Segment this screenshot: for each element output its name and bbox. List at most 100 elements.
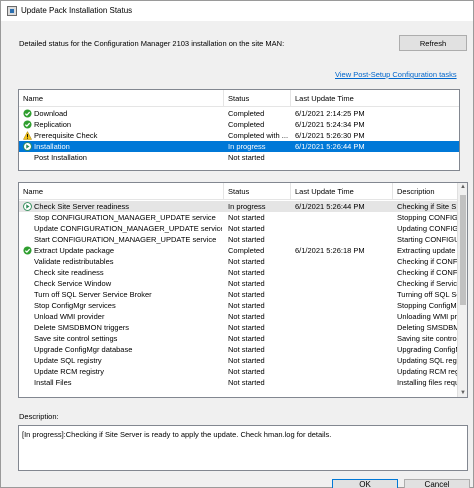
table-row[interactable]: Check Site Server readiness In progress 6/… [19, 201, 467, 212]
row-status: Not started [228, 345, 265, 354]
table-row[interactable]: Install Files Not started Installing files… [19, 377, 467, 388]
row-description: Turning off SQL Se [397, 290, 457, 299]
row-name: Installation [34, 142, 70, 151]
title-bar: Update Pack Installation Status [1, 1, 473, 21]
row-last-update: 6/1/2021 5:26:30 PM [295, 131, 365, 140]
check-icon [23, 246, 32, 255]
window-title: Update Pack Installation Status [21, 6, 133, 15]
row-last-update: 6/1/2021 5:26:44 PM [295, 202, 365, 211]
progress-icon [23, 202, 32, 211]
table-row[interactable]: Prerequisite Check Completed with ... 6/1/… [19, 130, 459, 141]
row-name: Post Installation [34, 153, 87, 162]
row-description: Stopping ConfigMg [397, 301, 457, 310]
column-header-status[interactable]: Status [224, 90, 291, 107]
row-name: Install Files [34, 378, 72, 387]
row-status: Completed with ... [228, 131, 289, 140]
row-last-update [295, 212, 391, 223]
row-name: Check Service Window [34, 279, 112, 288]
cancel-button[interactable]: Cancel [404, 479, 470, 488]
table-row[interactable]: Stop CONFIGURATION_MANAGER_UPDATE servic… [19, 212, 467, 223]
row-description: Updating RCM regi [397, 367, 457, 376]
row-status: Not started [228, 290, 265, 299]
row-last-update [295, 377, 391, 388]
app-icon [7, 6, 17, 16]
row-status: Not started [228, 301, 265, 310]
warning-icon [23, 131, 32, 140]
row-last-update [295, 234, 391, 245]
row-last-update [295, 322, 391, 333]
row-description: Extracting update p [397, 246, 457, 255]
row-description: Updating SQL regi [397, 356, 457, 365]
row-description: Updating CONFIG [397, 224, 457, 233]
row-description: Saving site contro [397, 334, 457, 343]
table-row[interactable]: Update SQL registry Not started Updating S… [19, 355, 467, 366]
table-row[interactable]: Delete SMSDBMON triggers Not started Delet… [19, 322, 467, 333]
row-last-update [295, 300, 391, 311]
description-box: [In progress]:Checking if Site Server is… [18, 425, 468, 471]
refresh-button[interactable]: Refresh [399, 35, 467, 51]
table-row[interactable]: Installation In progress 6/1/2021 5:26:44 … [19, 141, 459, 152]
table-row[interactable]: Check Service Window Not started Checking … [19, 278, 467, 289]
table-row[interactable]: Upgrade ConfigMgr database Not started Upg… [19, 344, 467, 355]
row-last-update [295, 311, 391, 322]
scrollbar-thumb[interactable] [460, 195, 466, 305]
table-row[interactable]: Extract Update package Completed 6/1/2021 … [19, 245, 467, 256]
row-status: Not started [228, 279, 265, 288]
row-name: Upgrade ConfigMgr database [34, 345, 133, 354]
row-status: Not started [228, 312, 265, 321]
row-name: Extract Update package [34, 246, 115, 255]
table-row[interactable]: Update RCM registry Not started Updating R… [19, 366, 467, 377]
row-last-update [295, 152, 455, 163]
view-post-setup-link[interactable]: View Post-Setup Configuration tasks [335, 70, 457, 79]
row-name: Prerequisite Check [34, 131, 98, 140]
row-status: Not started [228, 257, 265, 266]
table-row[interactable]: Start CONFIGURATION_MANAGER_UPDATE servi… [19, 234, 467, 245]
row-description: Checking if CONFI [397, 268, 457, 277]
column-header-last-update[interactable]: Last Update Time [291, 183, 393, 200]
row-description: Deleting SMSDBM [397, 323, 457, 332]
row-status: Not started [228, 367, 265, 376]
row-last-update [295, 278, 391, 289]
scroll-down-icon[interactable]: ▼ [459, 390, 467, 396]
table-row[interactable]: Check site readiness Not started Checking … [19, 267, 467, 278]
row-status: Not started [228, 235, 265, 244]
row-last-update: 6/1/2021 5:24:34 PM [295, 120, 365, 129]
row-status: Completed [228, 120, 265, 129]
stages-list[interactable]: Name Status Last Update Time ⌃ Download C… [18, 89, 460, 171]
row-last-update [295, 289, 391, 300]
table-row[interactable]: Post Installation Not started [19, 152, 459, 163]
row-description: Installing files requ [397, 378, 457, 387]
scroll-up-icon[interactable]: ▲ [459, 184, 467, 190]
row-name: Check site readiness [34, 268, 104, 277]
table-row[interactable]: Replication Completed 6/1/2021 5:24:34 PM [19, 119, 459, 130]
column-header-status[interactable]: Status [224, 183, 291, 200]
row-name: Start CONFIGURATION_MANAGER_UPDATE servi… [34, 235, 217, 244]
table-row[interactable]: Turn off SQL Server Service Broker Not st… [19, 289, 467, 300]
ok-button[interactable]: OK [332, 479, 398, 488]
row-name: Update SQL registry [34, 356, 102, 365]
update-pack-status-window: Update Pack Installation Status Detailed… [0, 0, 474, 488]
steps-scrollbar[interactable]: ▲ ▼ [457, 183, 467, 397]
row-description: Upgrading ConfigM [397, 345, 457, 354]
row-status: Not started [228, 213, 265, 222]
row-status: Not started [228, 323, 265, 332]
table-row[interactable]: Update CONFIGURATION_MANAGER_UPDATE serv… [19, 223, 467, 234]
row-status: In progress [228, 142, 266, 151]
table-row[interactable]: Validate redistributables Not started Chec… [19, 256, 467, 267]
table-row[interactable]: Stop ConfigMgr services Not started Stoppi… [19, 300, 467, 311]
table-row[interactable]: Save site control settings Not started Sav… [19, 333, 467, 344]
column-header-description[interactable]: Description [393, 183, 459, 200]
row-status: Completed [228, 109, 265, 118]
row-name: Check Site Server readiness [34, 202, 130, 211]
column-header-last-update[interactable]: Last Update Time [291, 90, 459, 107]
row-description: Checking if Service [397, 279, 457, 288]
row-status: Completed [228, 246, 265, 255]
row-status: In progress [228, 202, 266, 211]
detail-status-label: Detailed status for the Configuration Ma… [19, 39, 285, 48]
table-row[interactable]: Unload WMI provider Not started Unloading … [19, 311, 467, 322]
table-row[interactable]: Download Completed 6/1/2021 2:14:25 PM [19, 108, 459, 119]
steps-list[interactable]: Name Status Last Update Time Description… [18, 182, 468, 398]
row-last-update: 6/1/2021 5:26:44 PM [295, 142, 365, 151]
row-name: Update CONFIGURATION_MANAGER_UPDATE serv… [34, 224, 222, 233]
row-name: Validate redistributables [34, 257, 114, 266]
